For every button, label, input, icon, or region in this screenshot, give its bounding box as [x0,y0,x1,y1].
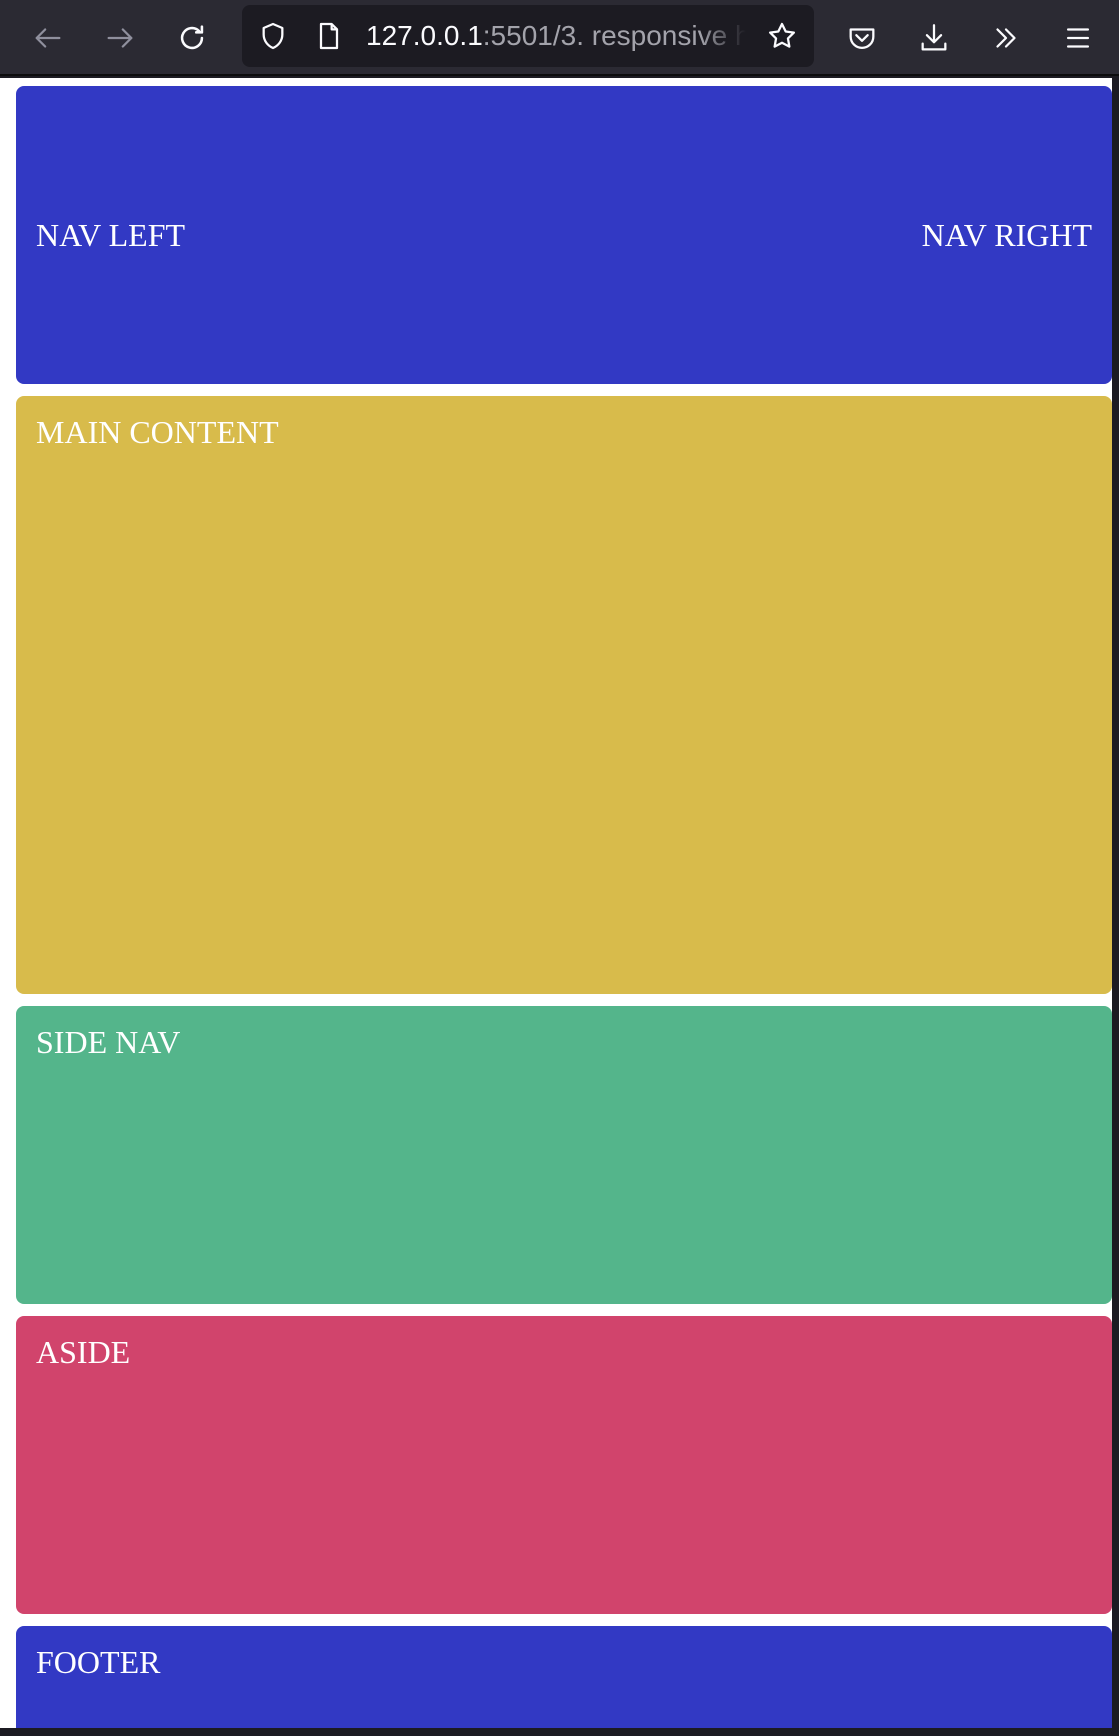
chevrons-right-icon [996,28,1016,48]
nav-bar: NAV LEFT NAV RIGHT [16,86,1112,384]
footer-label: FOOTER [36,1644,161,1680]
window-edge-right [1112,78,1119,1736]
overflow-button[interactable] [982,14,1030,62]
downloads-button[interactable] [910,14,958,62]
page-viewport: NAV LEFT NAV RIGHT MAIN CONTENT SIDE NAV… [0,78,1119,1728]
nav-right: NAV RIGHT [921,217,1092,253]
aside-section: ASIDE [16,1316,1112,1614]
forward-button[interactable] [96,14,144,62]
window-edge-bottom [0,1728,1119,1736]
reload-icon [180,25,204,50]
star-icon [768,22,796,48]
hamburger-menu-icon [1066,28,1090,48]
pocket-icon [849,28,875,49]
download-icon [921,24,947,51]
browser-window: 127.0.0.1:5501/3. responsive ho NAV LEFT… [0,0,1119,1736]
side-nav-label: SIDE NAV [36,1024,181,1060]
footer-section: FOOTER [16,1626,1112,1728]
url-path: :5501/3. responsive ho [482,20,746,51]
back-arrow-icon [35,28,61,48]
main-content-section: MAIN CONTENT [16,396,1112,994]
bookmark-star-button[interactable] [758,12,806,60]
pocket-button[interactable] [838,14,886,62]
app-menu-button[interactable] [1054,14,1102,62]
shield-icon[interactable] [256,19,290,53]
back-button[interactable] [24,14,72,62]
nav-left: NAV LEFT [36,217,186,253]
reload-button[interactable] [168,14,216,62]
browser-toolbar: 127.0.0.1:5501/3. responsive ho [0,0,1119,76]
page-icon[interactable] [312,19,346,53]
main-content-label: MAIN CONTENT [36,414,279,450]
url-host: 127.0.0.1 [366,20,483,51]
forward-arrow-icon [107,28,133,48]
url-text[interactable]: 127.0.0.1:5501/3. responsive ho [366,5,746,67]
url-bar[interactable]: 127.0.0.1:5501/3. responsive ho [242,5,814,67]
side-nav-section: SIDE NAV [16,1006,1112,1304]
aside-label: ASIDE [36,1334,131,1370]
